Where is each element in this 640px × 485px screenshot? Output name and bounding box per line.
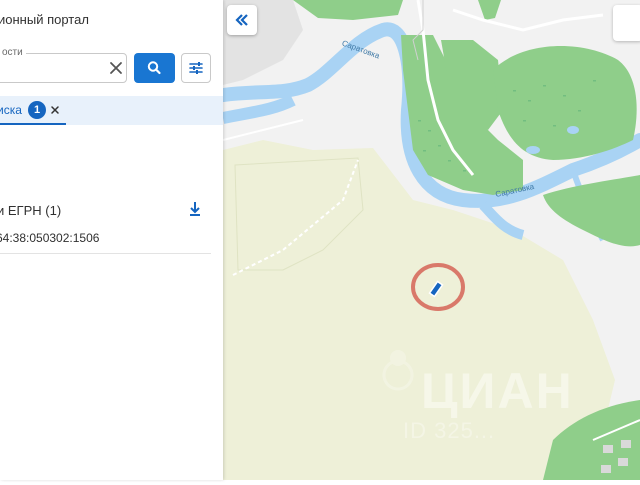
tab-count-badge: 1 [28,101,46,119]
close-icon [110,62,122,74]
download-button[interactable] [187,200,203,218]
divider [0,253,211,254]
tab-label: иска [0,103,22,117]
cadastral-number-item[interactable]: 64:38:050302:1506 [0,231,99,245]
watermark-sub: ID 325... [403,418,496,443]
map-view[interactable]: Саратовка Саратовка ЦИАН ID 325... [216,0,640,480]
tab-close-button[interactable] [49,103,61,115]
double-chevron-left-icon [235,14,248,26]
tune-icon [189,62,203,74]
sidebar-panel: ионный портал ости иска 1 и ЕГРН (1) 64:… [0,0,223,480]
results-section-header: и ЕГРН (1) [0,203,62,218]
close-icon [51,106,59,114]
watermark: ЦИАН [421,363,574,419]
search-icon [147,61,161,75]
filter-settings-button[interactable] [181,53,211,83]
collapse-panel-button[interactable] [227,5,257,35]
search-button[interactable] [134,53,175,83]
map-control-button[interactable] [613,5,640,41]
search-input-label: ости [0,47,26,58]
clear-search-button[interactable] [106,58,126,78]
portal-title: ионный портал [0,12,89,27]
download-icon [190,202,200,216]
